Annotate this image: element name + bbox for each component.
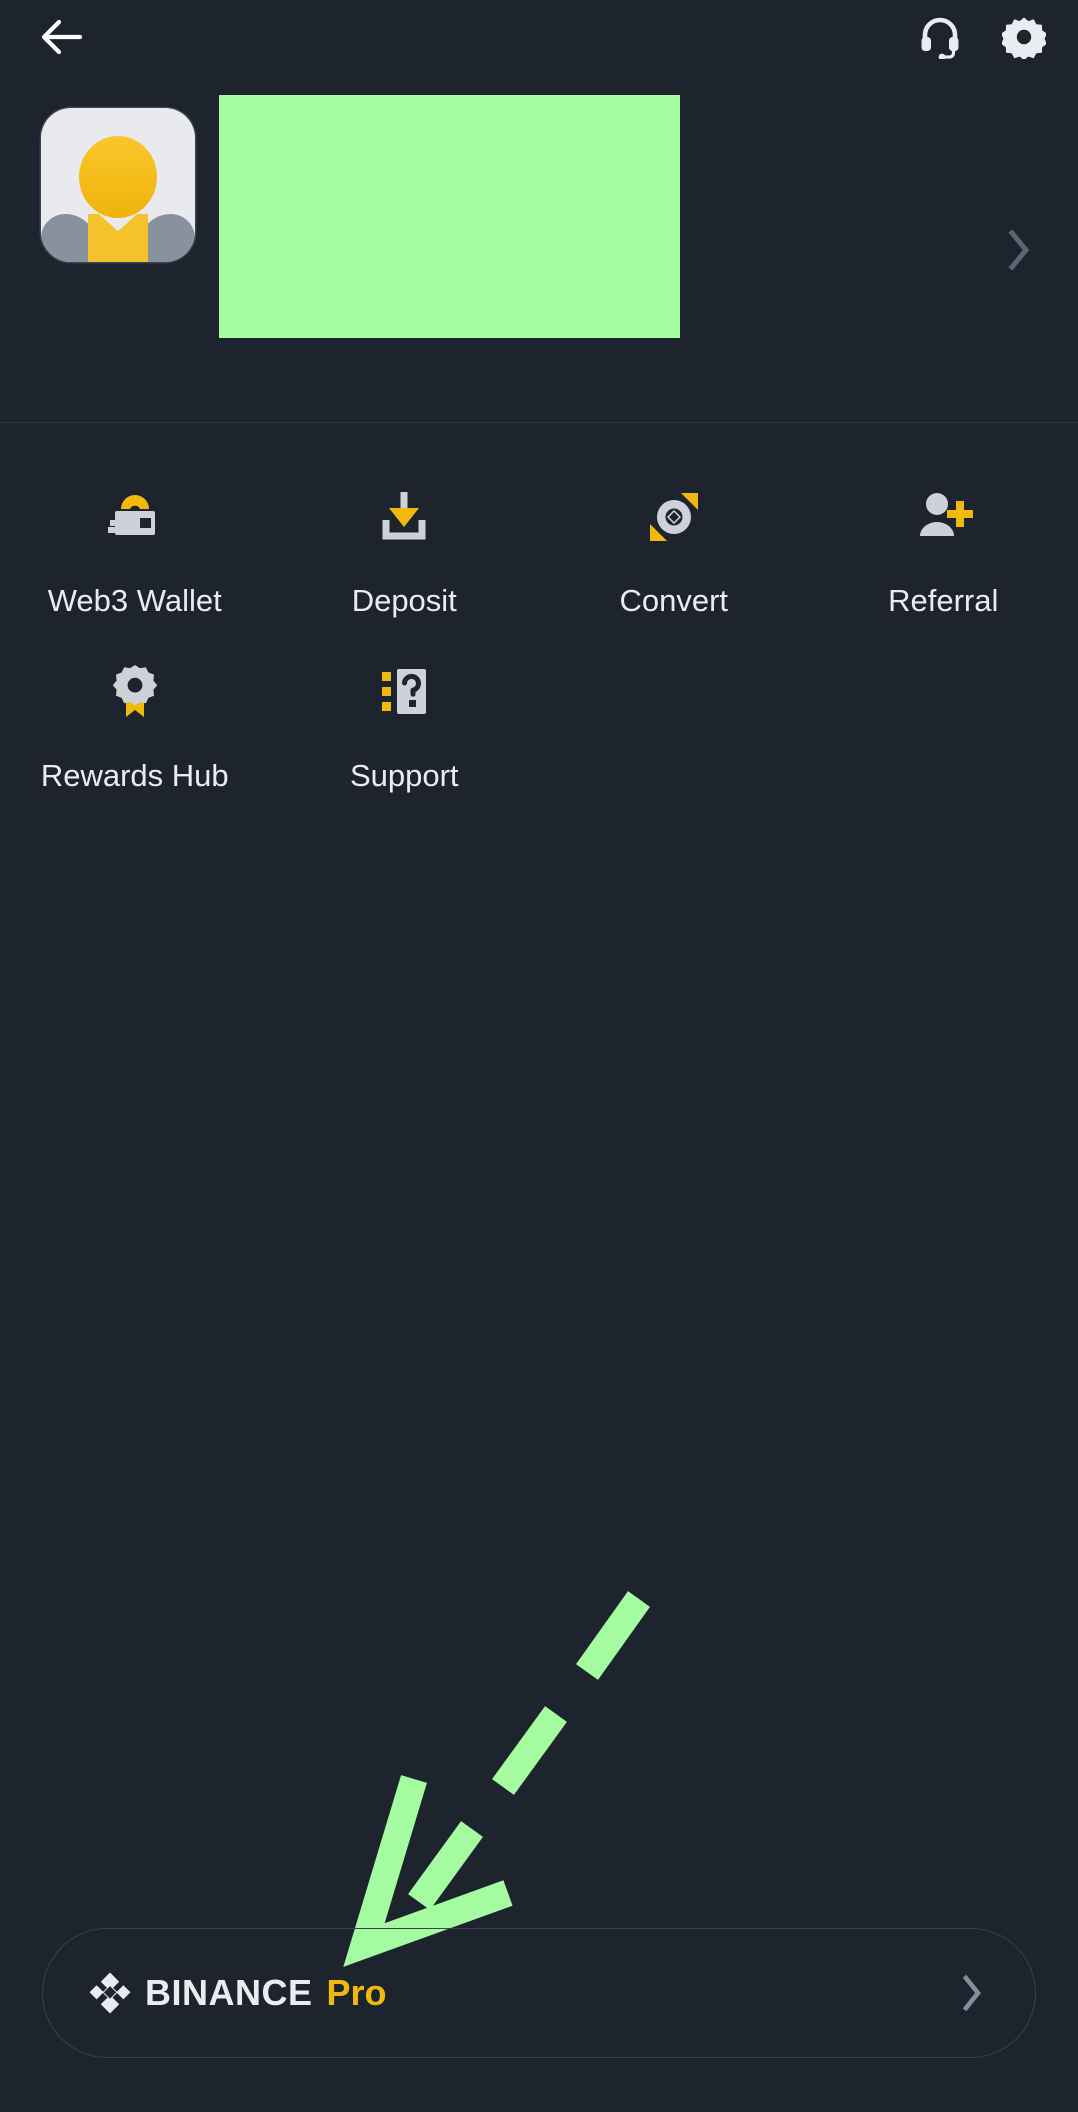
back-button[interactable]: [30, 5, 94, 69]
shortcut-label: Web3 Wallet: [47, 583, 222, 618]
avatar[interactable]: [41, 108, 195, 262]
shortcut-label: Deposit: [351, 583, 457, 618]
headset-icon: [921, 17, 959, 59]
profile-detail-button[interactable]: [984, 78, 1054, 422]
support-icon-wrap: [371, 659, 437, 725]
chevron-right-icon: [962, 1974, 981, 2012]
shortcut-label: Convert: [619, 583, 729, 618]
referral-icon: [920, 493, 974, 536]
arrow-dash-3: [408, 1821, 483, 1910]
pro-tag-label: Pro: [326, 1972, 387, 2013]
deposit-icon: [382, 492, 426, 540]
arrow-left-icon: [41, 19, 83, 55]
section-divider: [0, 422, 1078, 423]
gear-icon: [1002, 17, 1046, 59]
arrow-dash-2: [492, 1706, 567, 1795]
binance-brand-label: BINANCE: [145, 1972, 313, 2013]
avatar-shirt: [88, 214, 148, 262]
binance-pro-button[interactable]: BINANCE Pro: [42, 1928, 1036, 2058]
arrow-head: [343, 1775, 513, 1967]
convert-icon: [649, 493, 698, 541]
wallet-icon-wrap: [102, 484, 168, 550]
shortcut-label: Referral: [888, 583, 999, 618]
shortcut-support[interactable]: Support: [270, 645, 540, 820]
binance-logo-icon: [89, 1972, 131, 2014]
shortcut-grid: Web3 Wallet Deposit Convert Referral Rew…: [0, 470, 1078, 820]
avatar-head: [79, 136, 157, 218]
deposit-icon-wrap: [371, 484, 437, 550]
rewards-badge-icon: [112, 665, 157, 717]
top-bar: [0, 0, 1078, 78]
shortcut-label: Support: [349, 758, 459, 793]
top-bar-actions: [908, 5, 1056, 69]
wallet-icon: [107, 495, 155, 535]
shortcut-convert[interactable]: Convert: [539, 470, 809, 645]
binance-logo-wrap: [89, 1972, 131, 2014]
convert-icon-wrap: [641, 484, 707, 550]
arrow-dash-1: [576, 1591, 650, 1680]
profile-section[interactable]: [0, 78, 1078, 422]
shortcut-deposit[interactable]: Deposit: [270, 470, 540, 645]
binance-account-screen: Web3 Wallet Deposit Convert Referral Rew…: [0, 0, 1078, 2112]
rewards-icon-wrap: [102, 659, 168, 725]
shortcut-web3-wallet[interactable]: Web3 Wallet: [0, 470, 270, 645]
shortcut-referral[interactable]: Referral: [809, 470, 1078, 645]
support-help-icon: [382, 669, 427, 714]
shortcut-rewards-hub[interactable]: Rewards Hub: [0, 645, 270, 820]
chevron-right-icon: [1008, 229, 1030, 271]
profile-name-redaction: [219, 95, 680, 338]
referral-icon-wrap: [910, 484, 976, 550]
shortcut-label: Rewards Hub: [40, 758, 229, 793]
support-button[interactable]: [908, 5, 972, 69]
pro-chevron-button[interactable]: [955, 1974, 989, 2012]
settings-button[interactable]: [992, 5, 1056, 69]
